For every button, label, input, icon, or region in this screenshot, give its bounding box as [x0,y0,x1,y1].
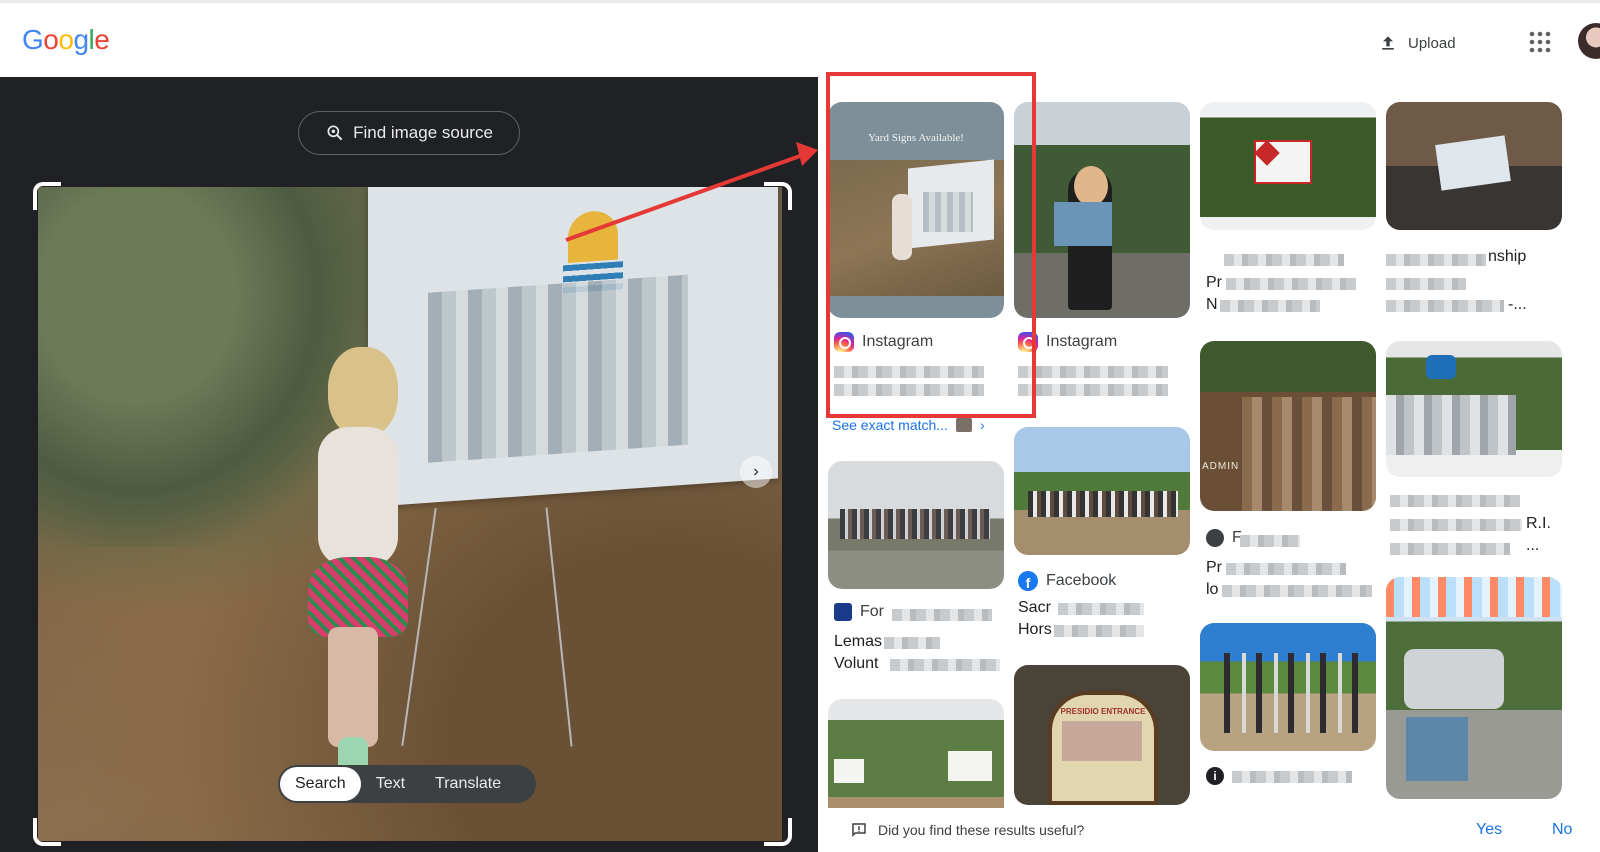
result-source: Facebook [1046,572,1117,589]
child-figure [298,347,418,777]
result-title-line: N [1206,296,1218,313]
upload-icon [1382,36,1394,50]
result-thumbnail[interactable] [828,461,1004,589]
crop-handle-top-left[interactable] [33,182,61,210]
logo-letter: o [58,24,74,55]
feedback-bar: Did you find these results useful? Yes N… [818,808,1600,852]
result-thumbnail[interactable] [1200,102,1376,230]
feedback-no-button[interactable]: No [1552,821,1572,839]
result-thumbnail[interactable] [1386,341,1562,477]
crop-handle-bottom-left[interactable] [33,818,61,846]
exact-match-thumb-icon [955,418,972,432]
chevron-right-icon: › [979,417,985,433]
chevron-right-icon: › [753,463,759,480]
result-source: For [860,603,884,620]
upload-label: Upload [1408,34,1456,52]
upload-button[interactable]: Upload [1378,25,1456,61]
result-title-line: Pr [1206,559,1222,576]
result-card-3[interactable]: Pr N [1200,102,1376,332]
apps-grid-icon[interactable] [1528,30,1552,54]
logo-letter: G [22,24,44,55]
top-bar: Google Upload [0,0,1600,77]
find-image-source-button[interactable]: Find image source [298,111,520,155]
result-title-line: ... [1526,537,1540,554]
sign-text: ADMIN [1202,461,1240,472]
result-card-group-photo[interactable]: i [1200,623,1376,813]
lens-image-panel: Find image source › Search Text Translat… [0,77,818,852]
result-title-line: Pr [1206,274,1222,291]
result-title-line: Lemas [834,633,883,650]
result-title-line: R.I. [1526,515,1551,532]
logo-letter: o [43,24,59,55]
result-source: Instagram [1046,333,1118,350]
result-title-line: -... [1508,296,1527,313]
find-image-source-label: Find image source [353,123,493,142]
result-card-for[interactable]: For Lemas Volunt [828,461,1004,681]
result-card-12[interactable] [1386,577,1562,799]
crop-handle-top-right[interactable] [764,182,792,210]
feedback-icon [852,823,866,838]
next-image-button[interactable]: › [740,456,772,488]
mode-text[interactable]: Text [361,767,420,801]
result-thumbnail[interactable] [1200,623,1376,751]
info-icon: i [1206,767,1224,785]
result-card-presidio[interactable]: PRESIDIO ENTRANCE [1014,665,1190,805]
result-card-admin[interactable]: ADMIN F Pr lo [1200,341,1376,598]
annotation-highlight-box [826,72,1036,418]
result-thumbnail[interactable]: PRESIDIO ENTRANCE [1014,665,1190,805]
result-card-4[interactable]: nship -... [1386,102,1562,352]
query-image[interactable] [38,187,782,841]
result-card-facebook[interactable]: f Facebook Sacr Hors [1014,427,1190,647]
result-card-8[interactable]: R.I. ... [1386,341,1562,581]
result-thumbnail[interactable] [1386,577,1562,799]
feedback-question: Did you find these results useful? [878,822,1085,838]
result-title-line: Hors [1018,621,1052,638]
result-title-line: nship [1488,248,1527,265]
mode-translate[interactable]: Translate [420,767,516,801]
result-title-line: Sacr [1018,599,1051,616]
sun-logo [568,209,618,264]
result-title-line: lo [1206,581,1219,598]
result-title-line: Volunt [834,655,879,672]
mode-search[interactable]: Search [280,767,361,801]
logo-letter: g [73,24,89,55]
yard-sign [368,187,778,507]
result-thumbnail[interactable] [1014,427,1190,555]
lens-mode-switcher: Search Text Translate [278,765,536,803]
result-thumbnail[interactable] [1386,102,1562,230]
logo-letter: e [94,24,110,55]
result-thumbnail[interactable] [1014,102,1190,318]
site-icon [834,603,852,621]
facebook-icon: f [1018,571,1038,591]
account-avatar[interactable] [1578,23,1600,59]
lens-search-icon [327,125,343,141]
feedback-yes-button[interactable]: Yes [1476,821,1502,839]
crop-handle-bottom-right[interactable] [764,818,792,846]
see-exact-match-link[interactable]: See exact match... › [832,417,985,433]
result-thumbnail[interactable]: ADMIN [1200,341,1376,511]
google-logo[interactable]: Google [22,24,110,56]
see-exact-match-label: See exact match... [832,417,948,433]
sign-text: PRESIDIO ENTRANCE [1060,707,1146,716]
site-icon [1206,529,1224,547]
pixelated-sign-text [428,274,688,463]
result-card-instagram-2[interactable]: Instagram [1014,102,1190,402]
